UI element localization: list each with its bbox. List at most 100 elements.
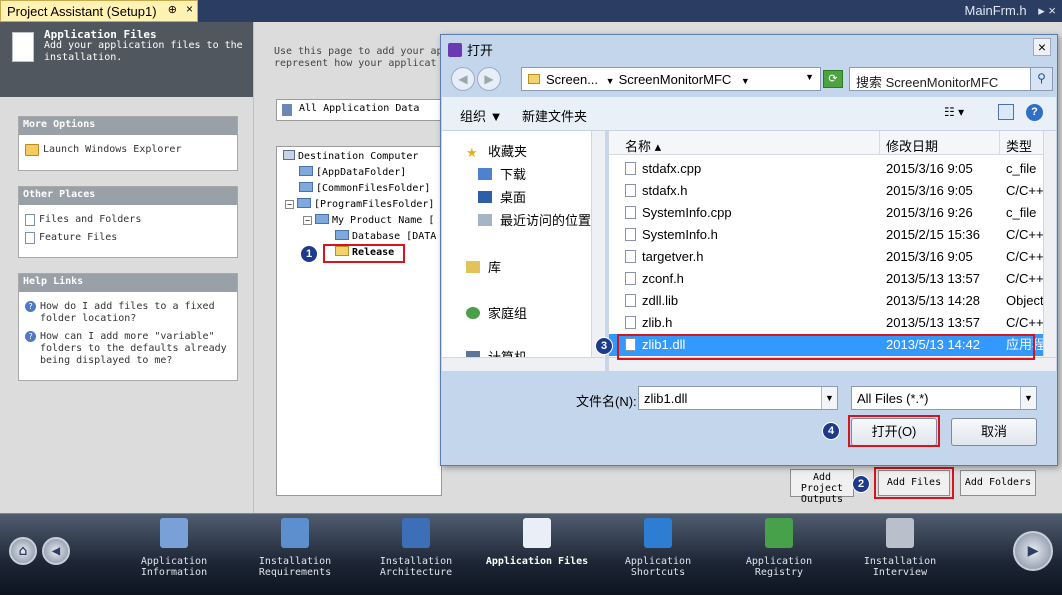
- step-badge-2: 2: [852, 475, 870, 493]
- nav-item-label: Application Shortcuts: [624, 556, 692, 578]
- tree-node-database[interactable]: Database [DATA: [335, 230, 436, 244]
- file-name: zconf.h: [642, 271, 684, 286]
- desktop-icon: [478, 191, 492, 203]
- file-row[interactable]: targetver.h 2015/3/16 9:05 C/C++: [609, 246, 1044, 268]
- file-name: SystemInfo.h: [642, 227, 718, 242]
- column-type[interactable]: 类型: [1006, 136, 1032, 155]
- add-project-outputs-button[interactable]: Add Project Outputs: [790, 469, 854, 505]
- launch-explorer-link[interactable]: Launch Windows Explorer: [19, 143, 237, 157]
- bottom-nav-item[interactable]: Installation Interview: [845, 518, 955, 578]
- column-date[interactable]: 修改日期: [886, 136, 938, 155]
- feature-files-link[interactable]: Feature Files: [19, 231, 237, 245]
- history-dropdown-icon[interactable]: ▼: [805, 72, 814, 82]
- filename-input[interactable]: zlib1.dll ▼: [638, 386, 838, 410]
- search-icon[interactable]: ⚲: [1030, 68, 1052, 90]
- bottom-nav-item[interactable]: Application Information: [119, 518, 229, 578]
- path-segment-1[interactable]: Screen...: [546, 72, 598, 87]
- dialog-toolbar: 组织 ▼ 新建文件夹 ☷ ▾ ?: [442, 97, 1056, 131]
- pin-icon[interactable]: ⊕: [168, 3, 177, 16]
- chevron-down-icon[interactable]: ▼: [1020, 387, 1036, 409]
- forward-arrow-icon[interactable]: ▶: [477, 67, 501, 91]
- refresh-icon[interactable]: ⟳: [823, 70, 843, 88]
- link-label: How do I add files to a fixed folder loc…: [40, 301, 215, 324]
- home-icon[interactable]: ⌂: [9, 537, 37, 565]
- nav-homegroup[interactable]: 家庭组: [466, 303, 527, 322]
- nav-horizontal-scrollbar[interactable]: [442, 357, 604, 371]
- other-tab-mainfrm[interactable]: MainFrm.h ▸ ×: [965, 3, 1056, 19]
- bottom-nav-item[interactable]: Application Registry: [724, 518, 834, 578]
- nav-item-icon: [523, 518, 551, 548]
- close-tab-icon[interactable]: ×: [186, 2, 193, 16]
- back-arrow-icon[interactable]: ◀: [451, 67, 475, 91]
- chevron-down-icon[interactable]: ▼: [821, 387, 837, 409]
- column-name[interactable]: 名称 ▴: [625, 136, 661, 155]
- file-row[interactable]: zdll.lib 2013/5/13 14:28 Object: [609, 290, 1044, 312]
- file-row[interactable]: stdafx.h 2015/3/16 9:05 C/C++: [609, 180, 1044, 202]
- file-name-cell: SystemInfo.cpp: [625, 202, 732, 224]
- chevron-down-icon[interactable]: ▼: [741, 76, 750, 86]
- file-date: 2015/3/16 9:05: [886, 161, 973, 176]
- nav-favorites[interactable]: ★ 收藏夹: [466, 141, 527, 160]
- page-description: Add your application files to the instal…: [44, 40, 243, 63]
- column-divider[interactable]: [879, 131, 880, 155]
- tree-node-commonfiles[interactable]: [CommonFilesFolder]: [299, 182, 430, 196]
- file-name: zdll.lib: [642, 293, 679, 308]
- destination-folder-tree[interactable]: Destination Computer [AppDataFolder] [Co…: [276, 146, 442, 496]
- nav-desktop[interactable]: 桌面: [478, 187, 526, 206]
- folder-icon: [528, 74, 540, 84]
- nav-downloads[interactable]: 下载: [478, 164, 526, 183]
- file-type: C/C++: [1006, 227, 1044, 242]
- tree-node-appdata[interactable]: [AppDataFolder]: [299, 166, 406, 180]
- tab-controls[interactable]: ▸ ×: [1038, 3, 1056, 18]
- file-list-scrollbar[interactable]: [1043, 131, 1056, 371]
- bottom-nav-item[interactable]: Installation Requirements: [240, 518, 350, 578]
- tree-node-programfiles[interactable]: − [ProgramFilesFolder]: [285, 198, 434, 212]
- add-folders-button[interactable]: Add Folders: [960, 470, 1036, 496]
- help-icon[interactable]: ?: [1026, 104, 1043, 121]
- combo-value: All Application Data: [299, 103, 420, 114]
- file-row[interactable]: zlib.h 2013/5/13 13:57 C/C++: [609, 312, 1044, 334]
- bottom-nav-item[interactable]: Installation Architecture: [361, 518, 471, 578]
- next-icon[interactable]: ▶: [1013, 531, 1053, 571]
- file-row[interactable]: SystemInfo.h 2015/2/15 15:36 C/C++: [609, 224, 1044, 246]
- new-folder-button[interactable]: 新建文件夹: [522, 106, 587, 125]
- nav-item-label: Installation Requirements: [258, 556, 332, 578]
- tree-node-product[interactable]: − My Product Name [: [303, 214, 434, 228]
- column-divider[interactable]: [999, 131, 1000, 155]
- help-icon: ?: [25, 301, 36, 312]
- nav-item-label: Application Registry: [745, 556, 813, 578]
- column-label: 名称: [625, 139, 652, 154]
- search-input[interactable]: 搜索 ScreenMonitorMFC ⚲: [849, 67, 1053, 91]
- nav-buttons: ◀ ▶: [451, 67, 503, 91]
- chevron-down-icon[interactable]: ▼: [606, 76, 615, 86]
- close-icon[interactable]: ×: [1033, 38, 1051, 56]
- nav-scrollbar[interactable]: [591, 131, 605, 371]
- nav-label: 库: [488, 260, 502, 275]
- files-and-folders-link[interactable]: Files and Folders: [19, 213, 237, 227]
- path-segment-2[interactable]: ScreenMonitorMFC: [619, 72, 732, 87]
- file-row[interactable]: stdafx.cpp 2015/3/16 9:05 c_file: [609, 158, 1043, 180]
- file-row[interactable]: zconf.h 2013/5/13 13:57 C/C++: [609, 268, 1044, 290]
- tab-project-assistant[interactable]: Project Assistant (Setup1) ⊕ ×: [0, 0, 198, 22]
- organize-menu[interactable]: 组织 ▼: [460, 106, 502, 125]
- navigation-pane[interactable]: ★收藏夹 下载 桌面 最近访问的位置 库 家庭组 计算机: [442, 131, 604, 371]
- file-icon: [625, 250, 636, 263]
- collapse-icon[interactable]: −: [285, 200, 294, 209]
- bottom-nav-item[interactable]: Application Shortcuts: [603, 518, 713, 578]
- back-icon[interactable]: ◀: [42, 537, 70, 565]
- nav-libraries[interactable]: 库: [466, 257, 501, 276]
- address-bar[interactable]: Screen... ▼ ScreenMonitorMFC ▼ ▼: [521, 67, 821, 91]
- help-link-variable-folders[interactable]: ? How can I add more "variable" folders …: [19, 330, 237, 368]
- preview-pane-icon[interactable]: [998, 104, 1014, 120]
- cancel-button[interactable]: 取消: [951, 418, 1037, 446]
- nav-recent[interactable]: 最近访问的位置: [478, 210, 591, 229]
- help-link-fixed-folder[interactable]: ? How do I add files to a fixed folder l…: [19, 300, 237, 326]
- application-data-combo[interactable]: All Application Data: [276, 99, 442, 121]
- file-row[interactable]: SystemInfo.cpp 2015/3/16 9:26 c_file: [609, 202, 1043, 224]
- view-options-icon[interactable]: ☷ ▾: [944, 105, 964, 119]
- bottom-nav-item[interactable]: Application Files: [482, 518, 592, 567]
- nav-label: 下载: [500, 167, 527, 182]
- tree-node-destination-computer[interactable]: Destination Computer: [283, 150, 418, 164]
- collapse-icon[interactable]: −: [303, 216, 312, 225]
- file-type-select[interactable]: All Files (*.*) ▼: [851, 386, 1037, 410]
